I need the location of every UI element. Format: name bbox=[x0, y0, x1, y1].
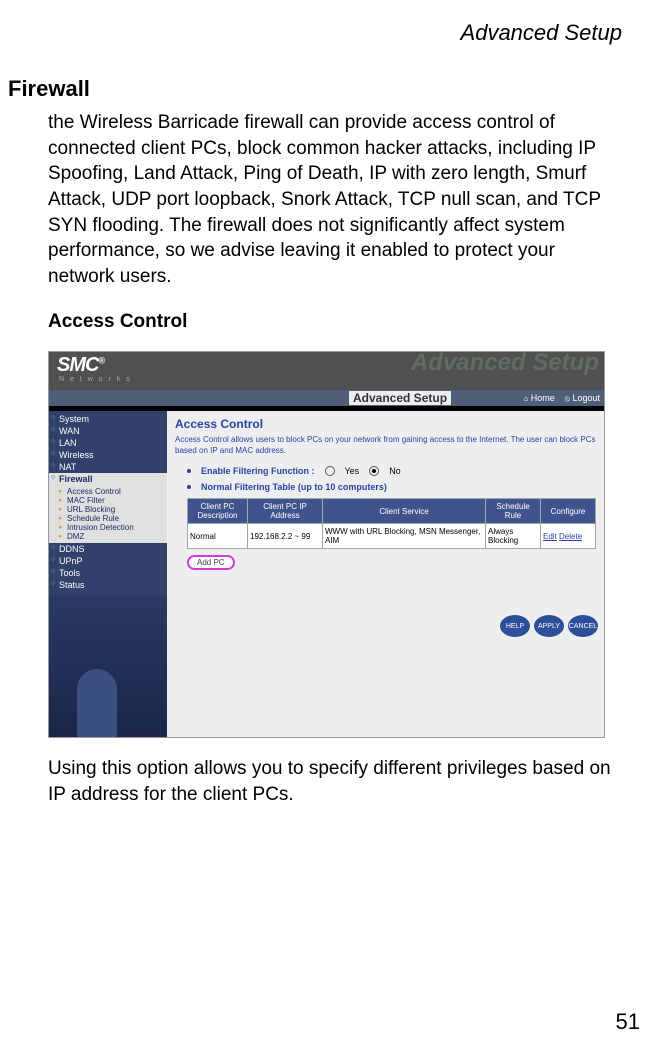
sidebar-item-ddns[interactable]: DDNS bbox=[49, 543, 167, 555]
help-button[interactable]: HELP bbox=[500, 615, 530, 637]
page-number: 51 bbox=[616, 1009, 640, 1035]
brand-logo: SMC® bbox=[57, 354, 104, 377]
sidebar-sub-intrusion-detection[interactable]: Intrusion Detection bbox=[49, 523, 167, 532]
th-ip: Client PC IP Address bbox=[248, 499, 323, 524]
sidebar-subnav: Access Control MAC Filter URL Blocking S… bbox=[49, 485, 167, 543]
th-desc: Client PC Description bbox=[188, 499, 248, 524]
filtering-table: Client PC Description Client PC IP Addre… bbox=[187, 498, 596, 549]
th-service: Client Service bbox=[323, 499, 486, 524]
cell-desc: Normal bbox=[188, 524, 248, 549]
action-buttons: HELP APPLY CANCEL bbox=[500, 615, 598, 637]
cell-configure: Edit Delete bbox=[541, 524, 596, 549]
sidebar-item-lan[interactable]: LAN bbox=[49, 437, 167, 449]
logout-link[interactable]: ⦸ Logout bbox=[565, 393, 600, 404]
sidebar-sub-schedule-rule[interactable]: Schedule Rule bbox=[49, 514, 167, 523]
brand-subtext: N e t w o r k s bbox=[59, 376, 132, 383]
sidebar-item-system[interactable]: System bbox=[49, 413, 167, 425]
bullet-icon bbox=[187, 469, 191, 473]
radio-no[interactable] bbox=[369, 466, 379, 476]
th-configure: Configure bbox=[541, 499, 596, 524]
edit-link[interactable]: Edit bbox=[543, 532, 557, 541]
cell-ip: 192.168.2.2 ~ 99 bbox=[248, 524, 323, 549]
top-bar: Advanced Setup ⌂ Home ⦸ Logout bbox=[49, 390, 604, 406]
sidebar-sub-dmz[interactable]: DMZ bbox=[49, 532, 167, 541]
sidebar-illustration bbox=[49, 595, 167, 738]
cancel-button[interactable]: CANCEL bbox=[568, 615, 598, 637]
sidebar-item-firewall[interactable]: Firewall bbox=[49, 473, 167, 485]
section-heading: Firewall bbox=[8, 76, 622, 102]
sidebar-item-wireless[interactable]: Wireless bbox=[49, 449, 167, 461]
content-description: Access Control allows users to block PCs… bbox=[175, 435, 596, 456]
radio-yes-label: Yes bbox=[345, 466, 360, 476]
enable-filtering-row: Enable Filtering Function : Yes No bbox=[187, 466, 596, 476]
filtering-table-label-row: Normal Filtering Table (up to 10 compute… bbox=[187, 482, 596, 492]
content-title: Access Control bbox=[175, 417, 596, 431]
th-rule: Schedule Rule bbox=[486, 499, 541, 524]
sidebar-item-wan[interactable]: WAN bbox=[49, 425, 167, 437]
bullet-icon bbox=[187, 485, 191, 489]
access-control-paragraph: Using this option allows you to specify … bbox=[48, 756, 622, 807]
shot-header: SMC® N e t w o r k s Advanced Setup bbox=[49, 352, 604, 390]
sidebar-item-nat[interactable]: NAT bbox=[49, 461, 167, 473]
radio-yes[interactable] bbox=[325, 466, 335, 476]
add-pc-button[interactable]: Add PC bbox=[187, 555, 235, 570]
advanced-setup-label: Advanced Setup bbox=[349, 391, 451, 405]
sidebar-sub-url-blocking[interactable]: URL Blocking bbox=[49, 505, 167, 514]
sidebar-item-tools[interactable]: Tools bbox=[49, 567, 167, 579]
sidebar-item-upnp[interactable]: UPnP bbox=[49, 555, 167, 567]
home-link[interactable]: ⌂ Home bbox=[523, 393, 554, 403]
admin-screenshot: SMC® N e t w o r k s Advanced Setup Adva… bbox=[48, 351, 605, 738]
sidebar-sub-access-control[interactable]: Access Control bbox=[49, 487, 167, 496]
sidebar-sub-mac-filter[interactable]: MAC Filter bbox=[49, 496, 167, 505]
advanced-setup-watermark: Advanced Setup bbox=[411, 351, 599, 377]
firewall-paragraph: the Wireless Barricade firewall can prov… bbox=[48, 110, 622, 289]
sidebar-item-status[interactable]: Status bbox=[49, 579, 167, 591]
filtering-table-label: Normal Filtering Table (up to 10 compute… bbox=[201, 482, 387, 492]
content-pane: Access Control Access Control allows use… bbox=[167, 411, 604, 737]
radio-no-label: No bbox=[389, 466, 401, 476]
apply-button[interactable]: APPLY bbox=[534, 615, 564, 637]
running-head: Advanced Setup bbox=[8, 20, 622, 46]
cell-rule: Always Blocking bbox=[486, 524, 541, 549]
cell-service: WWW with URL Blocking, MSN Messenger, AI… bbox=[323, 524, 486, 549]
sidebar: System WAN LAN Wireless NAT Firewall Acc… bbox=[49, 411, 167, 737]
enable-filtering-label: Enable Filtering Function : bbox=[201, 466, 315, 476]
delete-link[interactable]: Delete bbox=[559, 532, 582, 541]
table-row: Normal 192.168.2.2 ~ 99 WWW with URL Blo… bbox=[188, 524, 596, 549]
subsection-heading: Access Control bbox=[48, 311, 622, 333]
